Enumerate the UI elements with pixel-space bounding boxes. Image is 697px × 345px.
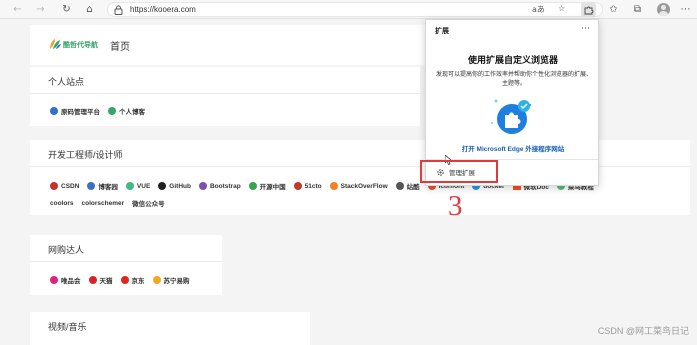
link-label: 天猫	[99, 278, 113, 285]
section-video: 视频/音乐	[30, 312, 310, 345]
home-button[interactable]: ⌂	[82, 2, 97, 17]
more-icon: ⋯	[680, 4, 691, 15]
link-label: 原码管理平台	[61, 109, 100, 116]
refresh-icon: ↻	[62, 4, 71, 15]
link-cnblogs[interactable]: 博客园	[87, 181, 118, 191]
url-text: https://kooera.com	[130, 5, 196, 14]
link-label: 博客园	[98, 184, 118, 191]
link-stackoverflow[interactable]: StackOverFlow	[329, 182, 388, 190]
zcool-icon	[395, 182, 404, 190]
extension-puzzle-illustration-icon	[491, 99, 532, 134]
blog-icon	[108, 107, 116, 115]
personal-links: 原码管理平台 个人博客	[50, 106, 153, 116]
link-label: 开源中国	[259, 184, 286, 191]
51cto-icon	[293, 182, 302, 190]
link-label: GitHub	[169, 182, 191, 190]
more-options-icon[interactable]: ⋯	[581, 23, 590, 34]
link-label: VUE	[136, 182, 151, 190]
watermark-text: CSDN @网工菜鸟日记	[597, 326, 689, 336]
favorites-icon: ✩	[609, 4, 618, 15]
read-aloud-icon[interactable]: aあ	[532, 4, 545, 15]
link-label: StackOverFlow	[340, 182, 388, 190]
back-button[interactable]: ←	[10, 2, 25, 17]
extensions-popup-title: 扩展	[435, 28, 449, 35]
profile-avatar[interactable]	[657, 3, 670, 16]
link-label: colorschemer	[81, 199, 125, 207]
link-label: 个人博客	[119, 109, 145, 116]
source-admin-icon	[50, 107, 58, 115]
vue-icon	[125, 182, 134, 190]
link-csdn[interactable]: CSDN	[50, 182, 79, 190]
link-personal-blog[interactable]: 个人博客	[108, 106, 145, 116]
github-icon	[158, 182, 167, 190]
vip-icon	[50, 276, 58, 284]
section-title: 个人站点	[48, 77, 85, 87]
link-label: 51cto	[304, 182, 322, 190]
annotation-highlight-box	[420, 160, 498, 183]
bootstrap-icon	[198, 182, 207, 190]
address-bar[interactable]: https://kooera.com aあ ☆	[107, 2, 603, 17]
suning-icon	[152, 276, 161, 284]
collections-icon: ⧉	[633, 4, 642, 15]
dev-links-row2: coolors colorschemer 微信公众号	[50, 198, 173, 209]
section-divider	[30, 261, 222, 262]
tmall-icon	[88, 276, 97, 284]
extensions-description: 发现可以提高你的工作效率并帮助你个性化浏览器的扩展、主题等。	[435, 72, 592, 87]
link-zcool[interactable]: 站酷	[395, 181, 420, 191]
link-coolors[interactable]: coolors	[50, 200, 73, 207]
extensions-heading: 使用扩展自定义浏览器	[467, 55, 558, 65]
section-divider	[30, 93, 420, 94]
link-label: 微信公众号	[132, 201, 165, 208]
section-title: 网购达人	[48, 245, 85, 255]
nav-home-link[interactable]: 首页	[110, 38, 130, 53]
favorite-star-icon[interactable]: ☆	[558, 4, 565, 13]
extensions-button[interactable]	[581, 2, 596, 17]
section-title: 视频/音乐	[48, 322, 87, 332]
link-suning[interactable]: 苏宁易购	[152, 275, 190, 285]
link-label: CSDN	[61, 182, 80, 190]
link-oschina[interactable]: 开源中国	[248, 181, 286, 191]
link-label: coolors	[50, 199, 74, 207]
link-colorschemer[interactable]: colorschemer	[81, 200, 124, 207]
forward-arrow-icon: →	[36, 4, 45, 15]
link-label: 站酷	[406, 184, 420, 191]
cnblogs-icon	[87, 182, 96, 190]
link-label: Bootstrap	[209, 182, 241, 190]
refresh-button[interactable]: ↻	[59, 2, 74, 17]
csdn-icon	[50, 182, 58, 190]
section-title: 开发工程师/设计师	[48, 150, 123, 160]
link-vip[interactable]: 唯品会	[50, 275, 81, 285]
lock-icon	[114, 5, 123, 15]
link-vue[interactable]: VUE	[125, 182, 151, 190]
link-jd[interactable]: 京东	[120, 275, 145, 285]
annotation-step-number: 3	[448, 190, 463, 222]
home-icon: ⌂	[86, 4, 93, 15]
link-label: 唯品会	[61, 278, 81, 285]
site-logo-icon[interactable]	[48, 37, 62, 51]
link-label: 京东	[131, 278, 145, 285]
jd-icon	[120, 276, 129, 284]
oschina-icon	[248, 182, 257, 190]
section-personal: 个人站点 原码管理平台 个人博客	[30, 67, 420, 126]
link-wechat-official[interactable]: 微信公众号	[132, 198, 165, 208]
link-label: 苏宁易购	[163, 278, 190, 285]
stackoverflow-icon	[329, 182, 338, 190]
settings-menu-button[interactable]: ⋯	[678, 2, 693, 17]
shopping-links: 唯品会 天猫 京东 苏宁易购	[50, 275, 198, 285]
link-51cto[interactable]: 51cto	[293, 182, 322, 190]
section-shopping: 网购达人 唯品会 天猫 京东 苏宁易购	[30, 235, 222, 295]
back-arrow-icon: ←	[13, 4, 22, 15]
site-logo-text[interactable]: 酷哲代导航	[63, 40, 98, 50]
puzzle-icon	[584, 6, 593, 14]
collections-button[interactable]: ⧉	[630, 2, 645, 17]
link-source-admin[interactable]: 原码管理平台	[50, 106, 100, 116]
edge-addons-store-link[interactable]: 打开 Microsoft Edge 外接程序网站	[426, 143, 600, 153]
link-bootstrap[interactable]: Bootstrap	[198, 182, 241, 190]
site-header: 酷哲代导航 首页	[30, 25, 430, 65]
forward-button[interactable]: →	[33, 2, 48, 17]
link-github[interactable]: GitHub	[158, 182, 191, 190]
browser-toolbar: ← → ↻ ⌂ https://kooera.com aあ ☆ ✩ ⧉ ⋯	[0, 0, 697, 19]
favorites-button[interactable]: ✩	[606, 2, 621, 17]
link-tmall[interactable]: 天猫	[88, 275, 113, 285]
